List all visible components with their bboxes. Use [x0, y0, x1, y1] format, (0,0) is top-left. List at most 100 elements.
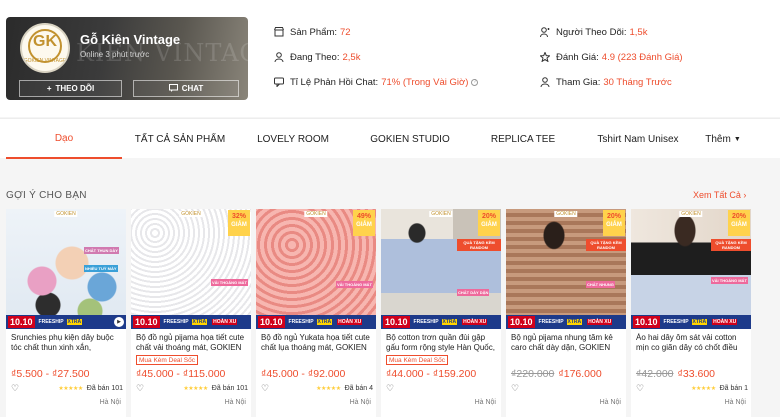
tab-gokien-studio[interactable]: GOKIEN STUDIO: [362, 119, 458, 159]
product-location: Hà Nội: [349, 399, 371, 406]
promo-hoan-xu: HOÀN XU: [212, 319, 238, 325]
product-sticker: QUÀ TẶNG KÈM RANDOM: [457, 239, 501, 251]
help-icon[interactable]: ?: [471, 78, 479, 86]
heart-icon[interactable]: ♡: [136, 383, 144, 394]
heart-icon[interactable]: ♡: [11, 383, 19, 394]
product-card[interactable]: GOKIEN 20% GIẢM QUÀ TẶNG KÈM RANDOM VẢI T…: [631, 209, 751, 417]
tab-replica-tee[interactable]: REPLICA TEE: [482, 119, 564, 159]
heart-icon[interactable]: ♡: [511, 383, 519, 394]
rating-stars: ★★★★★: [183, 385, 208, 392]
follow-button-label: THEO DÕI: [55, 84, 95, 93]
discount-ribbon: 49% GIẢM: [353, 210, 375, 236]
shop-logo-watermark: GOKIEN: [304, 211, 328, 217]
product-location: Hà Nội: [99, 399, 121, 406]
promo-hoan-xu: HOÀN XU: [462, 319, 488, 325]
product-image: GOKIEN CHẤT THUN DÀY NHIỀU TUỲ MÀY 10.10…: [6, 209, 126, 329]
product-card[interactable]: GOKIEN 20% GIẢM QUÀ TẶNG KÈM RANDOM CHẤT …: [506, 209, 626, 417]
product-card[interactable]: GOKIEN 32% GIẢM VẢI THOÁNG MÁT 10.10 FREE…: [131, 209, 251, 417]
product-meta: ♡ ★★★★★ Đã bán 101: [11, 383, 123, 393]
star-icon: [540, 52, 550, 62]
chat-bubble-icon: [274, 77, 284, 87]
product-name: Bộ cotton trơn quần đùi gập gấu form rộn…: [386, 333, 495, 352]
promo-date: 10.10: [508, 316, 535, 328]
product-card[interactable]: GOKIEN CHẤT THUN DÀY NHIỀU TUỲ MÀY 10.10…: [6, 209, 126, 417]
discount-value: 20%: [606, 213, 621, 220]
rating-stars: ★★★★★: [316, 385, 341, 392]
product-price: ₫42.000 ₫33.600: [636, 368, 715, 380]
promo-hoan-xu: HOÀN XU: [337, 319, 363, 325]
heart-icon[interactable]: ♡: [636, 383, 644, 394]
tab-more-label: Thêm: [705, 133, 731, 145]
see-all-label: Xem Tất Cả: [693, 190, 741, 200]
discount-word: GIẢM: [231, 222, 247, 228]
heart-icon[interactable]: ♡: [386, 383, 394, 394]
tab-tshirt-nam-unisex[interactable]: Tshirt Nam Unisex: [592, 119, 684, 159]
stat-followers: Người Theo Dõi: 1,5k: [540, 26, 683, 38]
product-location: Hà Nội: [224, 399, 246, 406]
sold-count: Đã bán 4: [344, 384, 373, 392]
discount-word: GIẢM: [606, 222, 622, 228]
promo-xtra: XTRA: [441, 319, 458, 325]
shop-logo-watermark: GOKIEN: [679, 211, 703, 217]
deal-badge: Mua Kèm Deal Sốc: [386, 355, 448, 365]
promo-freeship: FREESHIP: [163, 319, 189, 325]
product-meta: ♡: [511, 383, 623, 393]
product-sticker: QUÀ TẶNG KÈM RANDOM: [711, 239, 751, 251]
stat-rating-label: Đánh Giá:: [556, 51, 599, 63]
shop-header: KIÊN VINTAGE GK GOKIEN VINTAGE Gỗ Kiên V…: [0, 0, 780, 117]
stat-following: Đang Theo: 2,5k: [274, 51, 478, 63]
product-price: ₫45.000 - ₫115.000: [136, 368, 225, 380]
product-sticker: CHẤT DÀY DẶN: [457, 289, 490, 296]
chat-button-label: CHAT: [181, 84, 204, 93]
price-value: ₫176.000: [558, 368, 602, 380]
rating-stars: ★★★★★: [691, 385, 716, 392]
followers-icon: [540, 27, 550, 37]
product-card[interactable]: GOKIEN 20% GIẢM QUÀ TẶNG KÈM RANDOM CHẤT …: [381, 209, 501, 417]
discount-ribbon: 20% GIẢM: [478, 210, 500, 236]
promo-freeship: FREESHIP: [663, 319, 689, 325]
stat-joined: Tham Gia: 30 Tháng Trước: [540, 76, 683, 88]
product-sticker: VẢI THOÁNG MÁT: [211, 279, 248, 286]
product-image: GOKIEN 49% GIẢM VẢI THOÁNG MÁT 10.10 FREE…: [256, 209, 376, 329]
see-all-link[interactable]: Xem Tất Cả ›: [693, 190, 746, 200]
follow-button[interactable]: + THEO DÕI: [19, 80, 122, 97]
user-check-icon: [540, 77, 550, 87]
sold-count: Đã bán 101: [86, 384, 123, 392]
heart-icon[interactable]: ♡: [261, 383, 269, 394]
promo-freeship: FREESHIP: [288, 319, 314, 325]
tab-label: GOKIEN STUDIO: [370, 133, 450, 145]
product-price: ₫220.000 ₫176.000: [511, 368, 602, 380]
product-sticker: CHẤT THUN DÀY: [84, 247, 119, 254]
tab-lovely-room[interactable]: LOVELY ROOM: [250, 119, 336, 159]
stat-joined-value: 30 Tháng Trước: [603, 76, 672, 88]
stat-followers-label: Người Theo Dõi:: [556, 26, 627, 38]
product-image: GOKIEN 20% GIẢM QUÀ TẶNG KÈM RANDOM CHẤT …: [506, 209, 626, 329]
promo-date: 10.10: [633, 316, 660, 328]
tab-label: TẤT CẢ SẢN PHẨM: [134, 133, 226, 145]
stat-chat-rate-value: 71% (Trong Vài Giờ): [381, 76, 469, 88]
tab-all-products[interactable]: TẤT CẢ SẢN PHẨM: [128, 119, 232, 159]
promo-date: 10.10: [383, 316, 410, 328]
section-title: GỢI Ý CHO BẠN: [6, 190, 87, 201]
product-sticker: NHIỀU TUỲ MÀY: [84, 265, 118, 272]
stat-products-value: 72: [340, 26, 351, 38]
product-meta: ♡ ★★★★★ Đã bán 1: [636, 383, 748, 393]
product-sticker: VẢI THOÁNG MÁT: [711, 277, 748, 284]
tab-dao[interactable]: Dạo: [6, 119, 122, 159]
chat-button[interactable]: CHAT: [133, 80, 239, 97]
shop-avatar[interactable]: GK GOKIEN VINTAGE: [20, 23, 70, 73]
promo-xtra: XTRA: [691, 319, 708, 325]
tab-more[interactable]: Thêm ▼: [698, 119, 748, 159]
promo-strip: 10.10 FREESHIP XTRA ▶: [6, 315, 126, 329]
promo-date: 10.10: [133, 316, 160, 328]
chevron-right-icon: ›: [743, 190, 747, 200]
product-card[interactable]: GOKIEN 49% GIẢM VẢI THOÁNG MÁT 10.10 FREE…: [256, 209, 376, 417]
stat-followers-value: 1,5k: [629, 26, 648, 38]
discount-word: GIẢM: [356, 222, 372, 228]
product-meta: ♡ ★★★★★ Đã bán 4: [261, 383, 373, 393]
discount-value: 49%: [356, 213, 371, 220]
tab-label: LOVELY ROOM: [257, 133, 329, 145]
rating-stars: ★★★★★: [58, 385, 83, 392]
discount-word: GIẢM: [731, 222, 747, 228]
promo-strip: 10.10 FREESHIP XTRA HOÀN XU: [256, 315, 376, 329]
